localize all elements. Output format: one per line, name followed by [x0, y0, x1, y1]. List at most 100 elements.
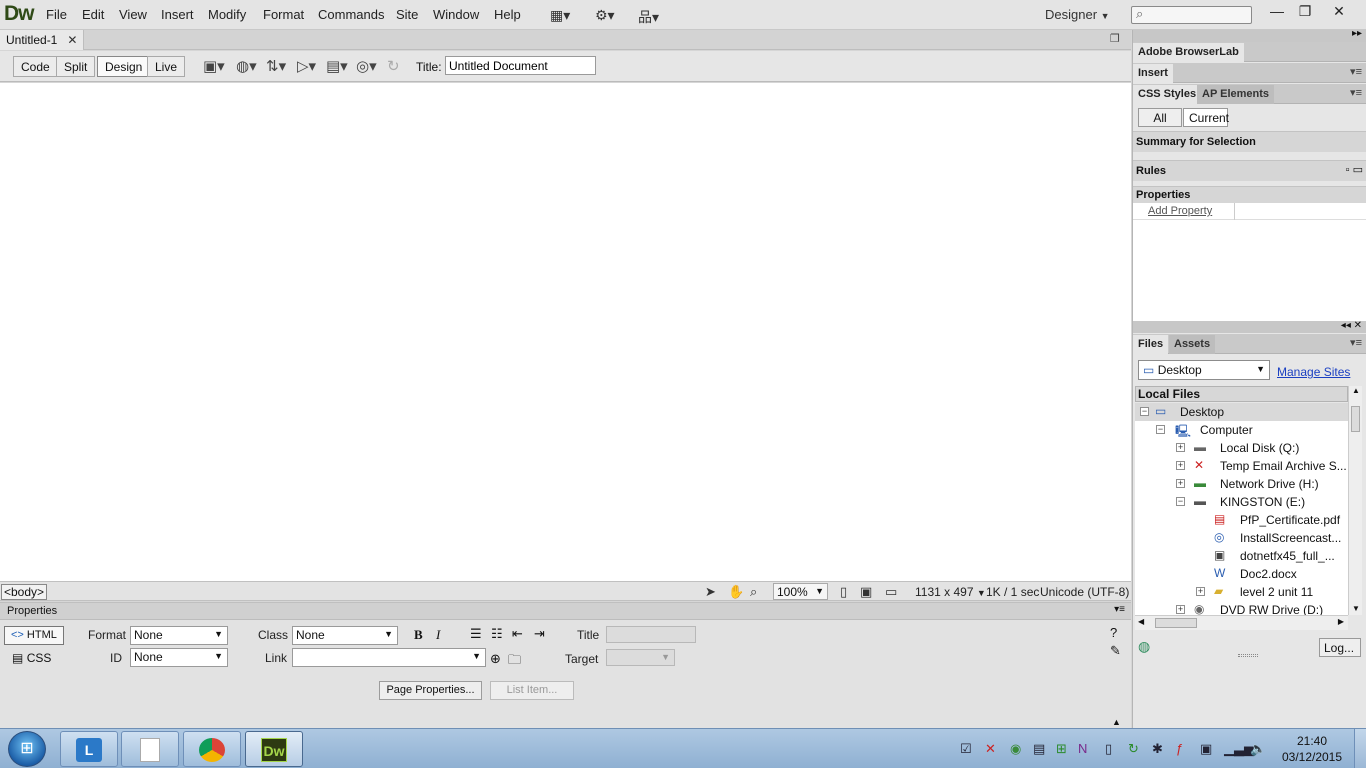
- vertical-scrollbar[interactable]: ▲ ▼: [1348, 386, 1362, 615]
- window-size[interactable]: 1131 x 497 ▼: [915, 585, 986, 599]
- check-browser-icon[interactable]: ◎▾: [356, 57, 377, 75]
- horizontal-scrollbar[interactable]: ◀ ▶: [1135, 615, 1348, 630]
- taskbar-chrome[interactable]: [183, 731, 241, 767]
- tray-battery-icon[interactable]: ▯: [1105, 741, 1112, 757]
- scroll-up-icon[interactable]: ▲: [1352, 386, 1360, 395]
- expand-icon[interactable]: +: [1196, 587, 1205, 596]
- collapse-icon[interactable]: −: [1176, 497, 1185, 506]
- outdent-icon[interactable]: ⇤: [512, 626, 523, 642]
- tray-onenote-icon[interactable]: N: [1078, 741, 1087, 756]
- w3c-validation-icon[interactable]: ▷▾: [297, 57, 316, 75]
- refresh-icon[interactable]: ↻: [387, 57, 400, 75]
- tab-assets[interactable]: Assets: [1169, 335, 1216, 354]
- code-view-button[interactable]: Code: [13, 56, 58, 77]
- italic-button[interactable]: I: [436, 627, 440, 643]
- expand-icon[interactable]: +: [1176, 461, 1185, 470]
- format-select[interactable]: None ▼: [130, 626, 228, 645]
- site-structure-icon[interactable]: 品▾: [638, 7, 659, 27]
- tab-files[interactable]: Files: [1133, 335, 1169, 354]
- desktop-size-icon[interactable]: ▭: [885, 584, 897, 600]
- live-view-button[interactable]: Live: [147, 56, 186, 77]
- menu-format[interactable]: Format: [263, 7, 304, 22]
- multiscreen-icon[interactable]: ▣▾: [203, 57, 225, 75]
- tag-selector-body[interactable]: <body>: [1, 584, 48, 600]
- collapse-close-icons[interactable]: ◂◂ ✕: [1341, 320, 1362, 331]
- site-select[interactable]: ▭ Desktop ▼: [1138, 360, 1270, 380]
- scroll-thumb[interactable]: [1351, 406, 1360, 432]
- tray-sync-icon[interactable]: ☑: [960, 741, 972, 757]
- visual-aids-icon[interactable]: ▤▾: [326, 57, 348, 75]
- document-tab[interactable]: Untitled-1 ✕: [0, 30, 85, 50]
- expand-icon[interactable]: ▲: [1112, 717, 1121, 727]
- add-property-link[interactable]: Add Property: [1148, 205, 1212, 217]
- tab-css-styles[interactable]: CSS Styles: [1133, 85, 1202, 104]
- show-desktop-button[interactable]: [1354, 729, 1366, 768]
- class-select[interactable]: None ▼: [292, 626, 398, 645]
- tab-ap-elements[interactable]: AP Elements: [1197, 85, 1275, 104]
- id-select[interactable]: None ▼: [130, 648, 228, 667]
- tree-item-desktop[interactable]: − ▭ Desktop: [1135, 403, 1348, 421]
- quick-tag-editor-icon[interactable]: ✎: [1110, 643, 1121, 659]
- pointer-tool-icon[interactable]: ➤: [705, 584, 716, 600]
- indent-icon[interactable]: ⇥: [534, 626, 545, 642]
- zoom-select[interactable]: 100% ▼: [773, 583, 828, 600]
- taskbar-dreamweaver[interactable]: Dw: [245, 731, 303, 767]
- unordered-list-icon[interactable]: ☰: [470, 626, 482, 642]
- panel-menu-icon[interactable]: ▾≡: [1350, 65, 1362, 78]
- resize-grip[interactable]: [1238, 654, 1258, 657]
- panel-menu-icon[interactable]: ▾≡: [1114, 604, 1125, 615]
- tablet-size-icon[interactable]: ▣: [860, 584, 872, 600]
- split-view-button[interactable]: Split: [56, 56, 96, 77]
- menu-modify[interactable]: Modify: [208, 7, 246, 22]
- layout-icon[interactable]: ▦▾: [550, 7, 570, 24]
- preview-browser-icon[interactable]: ◍▾: [236, 57, 257, 75]
- log-button[interactable]: Log...: [1319, 638, 1361, 657]
- collapse-icon[interactable]: ▸▸: [1352, 28, 1362, 39]
- tray-flash-icon[interactable]: ƒ: [1176, 741, 1183, 756]
- design-view-button[interactable]: Design: [97, 56, 151, 77]
- current-button[interactable]: Current: [1183, 108, 1229, 127]
- point-to-file-icon[interactable]: ⊕: [490, 651, 501, 667]
- manage-sites-link[interactable]: Manage Sites: [1277, 365, 1350, 379]
- file-management-icon[interactable]: ⇅▾: [266, 57, 286, 75]
- collapse-icon[interactable]: −: [1140, 407, 1149, 416]
- scroll-right-icon[interactable]: ▶: [1338, 617, 1344, 626]
- help-icon[interactable]: ?: [1110, 625, 1117, 640]
- start-button[interactable]: ⊞: [8, 731, 46, 767]
- document-title-input[interactable]: [445, 56, 596, 75]
- tray-network-error-icon[interactable]: ✕: [985, 741, 996, 757]
- tray-volume-icon[interactable]: 🔈: [1250, 741, 1266, 757]
- close-tab-icon[interactable]: ✕: [67, 33, 77, 47]
- tray-shield-icon[interactable]: ◉: [1010, 741, 1021, 757]
- menu-window[interactable]: Window: [433, 7, 479, 22]
- splitter[interactable]: [1133, 152, 1366, 160]
- scroll-down-icon[interactable]: ▼: [1352, 604, 1360, 613]
- panel-menu-icon[interactable]: ▾≡: [1350, 336, 1362, 349]
- local-files-header[interactable]: Local Files: [1135, 386, 1348, 402]
- tray-printer-icon[interactable]: ▤: [1033, 741, 1045, 757]
- collapse-icon[interactable]: −: [1156, 425, 1165, 434]
- minimize-button[interactable]: —: [1262, 3, 1292, 23]
- tab-insert[interactable]: Insert: [1133, 64, 1173, 83]
- taskbar-notepad[interactable]: [121, 731, 179, 767]
- expand-icon[interactable]: +: [1176, 605, 1185, 614]
- close-window-button[interactable]: ✕: [1324, 3, 1354, 23]
- page-properties-button[interactable]: Page Properties...: [379, 681, 482, 700]
- menu-insert[interactable]: Insert: [161, 7, 194, 22]
- menu-help[interactable]: Help: [494, 7, 521, 22]
- expand-icon[interactable]: +: [1176, 443, 1185, 452]
- menu-commands[interactable]: Commands: [318, 7, 384, 22]
- link-input[interactable]: ▼: [292, 648, 486, 667]
- browse-folder-icon[interactable]: 🗀: [508, 651, 521, 673]
- tray-refresh-icon[interactable]: ↻: [1128, 741, 1139, 757]
- bold-button[interactable]: B: [414, 627, 423, 643]
- panel-menu-icon[interactable]: ▾≡: [1350, 86, 1362, 99]
- menu-edit[interactable]: Edit: [82, 7, 104, 22]
- menu-site[interactable]: Site: [396, 7, 418, 22]
- restore-document-icon[interactable]: ❐: [1110, 32, 1120, 45]
- expand-icon[interactable]: +: [1176, 479, 1185, 488]
- css-mode-button[interactable]: ▤ CSS: [12, 651, 51, 665]
- mobile-size-icon[interactable]: ▯: [840, 584, 847, 600]
- design-canvas[interactable]: [0, 83, 1131, 581]
- ordered-list-icon[interactable]: ☷: [491, 626, 503, 642]
